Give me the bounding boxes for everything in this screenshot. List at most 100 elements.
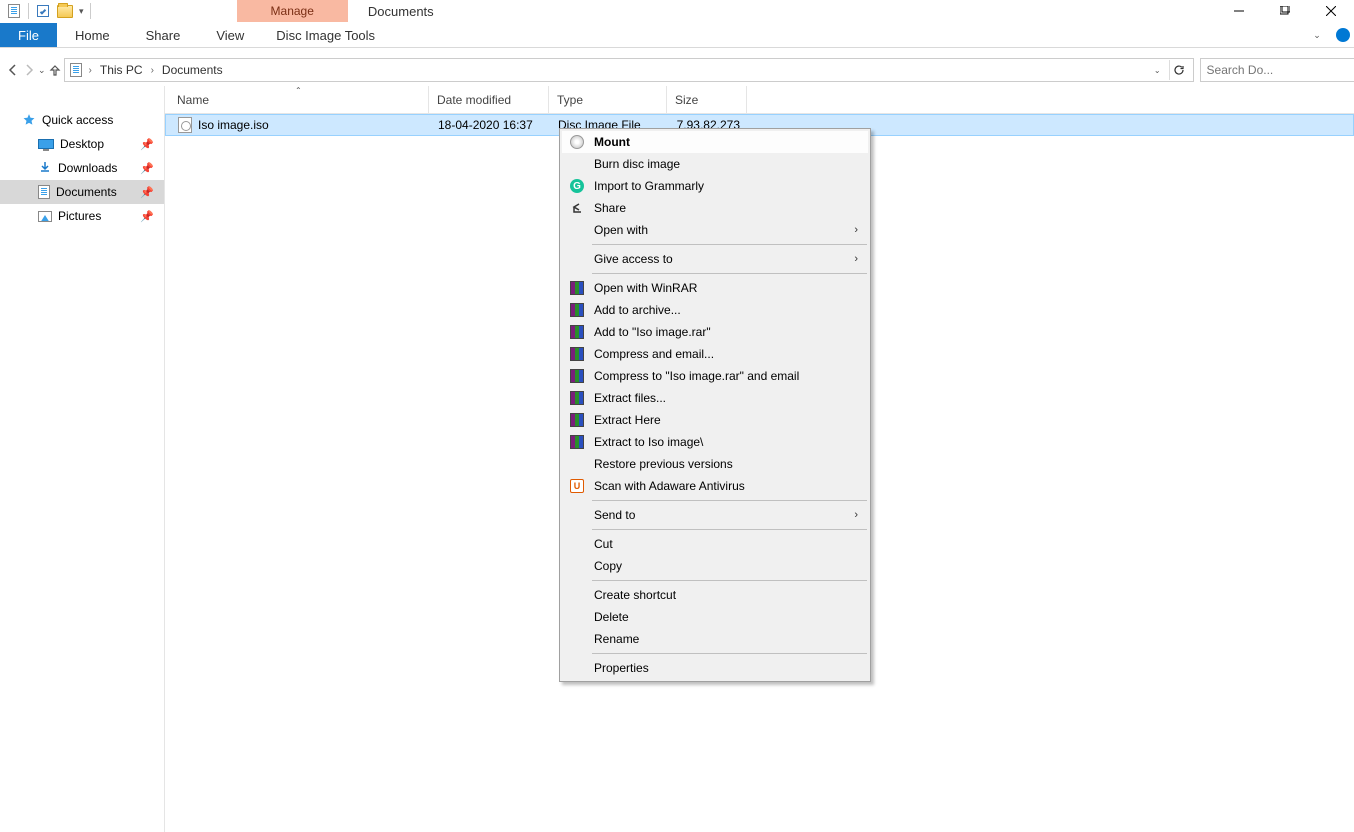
downloads-icon	[38, 160, 52, 177]
menu-mount[interactable]: Mount	[562, 131, 868, 153]
sidebar-item-label: Quick access	[42, 113, 113, 127]
menu-compress-email[interactable]: Compress and email...	[562, 343, 868, 365]
sidebar-item-label: Desktop	[60, 137, 104, 151]
refresh-button[interactable]	[1169, 60, 1189, 80]
menu-restore-versions[interactable]: Restore previous versions	[562, 453, 868, 475]
address-bar[interactable]: › This PC › Documents ⌄	[64, 58, 1194, 82]
menu-rename[interactable]: Rename	[562, 628, 868, 650]
navigation-pane: Quick access Desktop 📌 Downloads 📌 Docum…	[0, 86, 165, 832]
star-icon	[22, 113, 36, 127]
pin-icon: 📌	[140, 162, 154, 175]
menu-compress-rar-email[interactable]: Compress to "Iso image.rar" and email	[562, 365, 868, 387]
sidebar-item-documents[interactable]: Documents 📌	[0, 180, 164, 204]
sidebar-item-label: Documents	[56, 185, 117, 199]
recent-locations-button[interactable]: ⌄	[38, 58, 46, 82]
app-icon	[6, 3, 22, 19]
breadcrumb-this-pc[interactable]: This PC	[96, 59, 147, 81]
menu-share[interactable]: Share	[562, 197, 868, 219]
address-history-button[interactable]: ⌄	[1150, 66, 1165, 75]
menu-copy[interactable]: Copy	[562, 555, 868, 577]
up-button[interactable]	[48, 58, 62, 82]
menu-open-with[interactable]: Open with ›	[562, 219, 868, 241]
winrar-icon	[569, 302, 585, 318]
pin-icon: 📌	[140, 186, 154, 199]
disc-icon	[569, 134, 585, 150]
properties-qat-icon[interactable]	[35, 3, 51, 19]
search-input[interactable]	[1207, 63, 1354, 77]
menu-properties[interactable]: Properties	[562, 657, 868, 679]
menu-delete[interactable]: Delete	[562, 606, 868, 628]
minimize-button[interactable]	[1216, 0, 1262, 22]
menu-burn-disc-image[interactable]: Burn disc image	[562, 153, 868, 175]
iso-file-icon	[178, 117, 192, 133]
menu-create-shortcut[interactable]: Create shortcut	[562, 584, 868, 606]
menu-import-grammarly[interactable]: G Import to Grammarly	[562, 175, 868, 197]
location-icon	[67, 61, 85, 79]
column-header-name[interactable]: Name⌃	[177, 86, 429, 113]
disc-image-tools-tab[interactable]: Disc Image Tools	[262, 23, 389, 47]
share-tab[interactable]: Share	[128, 23, 199, 47]
menu-cut[interactable]: Cut	[562, 533, 868, 555]
separator	[28, 3, 29, 19]
window-title: Documents	[368, 0, 434, 22]
maximize-button[interactable]	[1262, 0, 1308, 22]
menu-separator	[592, 244, 867, 245]
close-button[interactable]	[1308, 0, 1354, 22]
winrar-icon	[569, 346, 585, 362]
menu-adaware-scan[interactable]: UScan with Adaware Antivirus	[562, 475, 868, 497]
menu-separator	[592, 500, 867, 501]
menu-separator	[592, 529, 867, 530]
menu-extract-files[interactable]: Extract files...	[562, 387, 868, 409]
menu-open-winrar[interactable]: Open with WinRAR	[562, 277, 868, 299]
sidebar-item-downloads[interactable]: Downloads 📌	[0, 156, 164, 180]
column-headers: Name⌃ Date modified Type Size	[165, 86, 1354, 114]
forward-button[interactable]	[22, 58, 36, 82]
title-bar: ▾ Manage Documents	[0, 0, 1354, 23]
menu-give-access-to[interactable]: Give access to ›	[562, 248, 868, 270]
chevron-right-icon[interactable]: ›	[149, 65, 156, 76]
qat-customize-icon[interactable]: ▾	[79, 6, 84, 17]
breadcrumb-documents[interactable]: Documents	[158, 59, 227, 81]
sidebar-quick-access[interactable]: Quick access	[0, 108, 164, 132]
ribbon-expand-button[interactable]: ⌄	[1302, 23, 1332, 47]
column-header-size[interactable]: Size	[667, 86, 747, 113]
folder-qat-icon[interactable]	[57, 3, 73, 19]
search-box[interactable]	[1200, 58, 1354, 82]
quick-access-toolbar: ▾	[0, 0, 97, 22]
grammarly-icon: G	[569, 178, 585, 194]
menu-separator	[592, 580, 867, 581]
desktop-icon	[38, 139, 54, 149]
winrar-icon	[569, 368, 585, 384]
pin-icon: 📌	[140, 138, 154, 151]
home-tab[interactable]: Home	[57, 23, 128, 47]
sidebar-item-label: Pictures	[58, 209, 101, 223]
column-header-type[interactable]: Type	[549, 86, 667, 113]
column-header-date[interactable]: Date modified	[429, 86, 549, 113]
winrar-icon	[569, 434, 585, 450]
file-tab[interactable]: File	[0, 23, 57, 47]
menu-add-rar[interactable]: Add to "Iso image.rar"	[562, 321, 868, 343]
chevron-right-icon: ›	[854, 253, 858, 265]
menu-add-archive[interactable]: Add to archive...	[562, 299, 868, 321]
menu-send-to[interactable]: Send to ›	[562, 504, 868, 526]
adaware-icon: U	[569, 478, 585, 494]
ribbon-tabs: File Home Share View Disc Image Tools ⌄	[0, 23, 1354, 48]
view-tab[interactable]: View	[198, 23, 262, 47]
file-name: Iso image.iso	[198, 118, 269, 132]
sort-asc-icon: ⌃	[295, 86, 302, 95]
help-icon[interactable]	[1336, 28, 1350, 42]
menu-extract-here[interactable]: Extract Here	[562, 409, 868, 431]
separator	[90, 3, 91, 19]
sidebar-item-desktop[interactable]: Desktop 📌	[0, 132, 164, 156]
back-button[interactable]	[6, 58, 20, 82]
sidebar-item-pictures[interactable]: Pictures 📌	[0, 204, 164, 228]
winrar-icon	[569, 280, 585, 296]
sidebar-item-label: Downloads	[58, 161, 117, 175]
chevron-right-icon[interactable]: ›	[87, 65, 94, 76]
manage-context-tab[interactable]: Manage	[237, 0, 348, 22]
window-controls	[1216, 0, 1354, 22]
navigation-bar: ⌄ › This PC › Documents ⌄	[0, 54, 1354, 86]
contextual-tab-group: Manage	[237, 0, 348, 22]
menu-extract-to[interactable]: Extract to Iso image\	[562, 431, 868, 453]
file-date: 18-04-2020 16:37	[430, 118, 550, 132]
